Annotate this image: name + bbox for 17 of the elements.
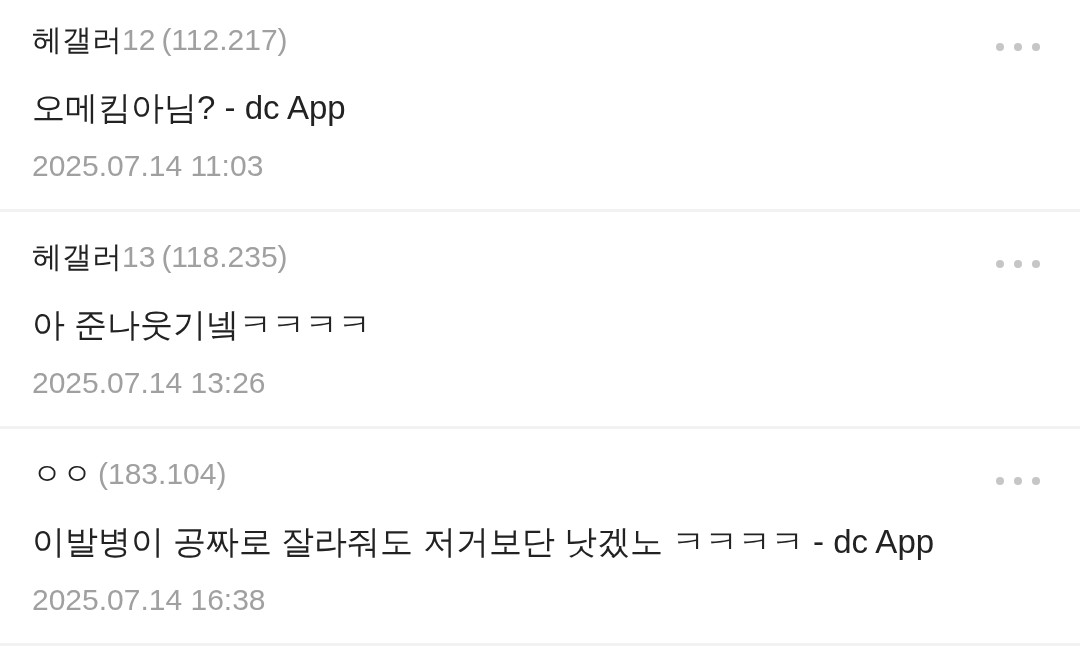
comment-text: 이발병이 공짜로 잘라줘도 저거보단 낫겠노 ㅋㅋㅋㅋ - dc App xyxy=(32,522,935,562)
author-name: 헤갤러 xyxy=(32,239,122,275)
comment-date: 2025.07.14 16:38 xyxy=(32,582,266,618)
ip-address: (112.217) xyxy=(161,22,288,58)
comment-date: 2025.07.14 13:26 xyxy=(32,365,266,401)
comment-text: 아 준나웃기넼ㅋㅋㅋㅋ xyxy=(32,305,372,345)
ellipsis-icon xyxy=(996,477,1040,485)
author-number: 12 xyxy=(122,22,156,58)
author-name: 헤갤러 xyxy=(32,22,122,58)
ellipsis-icon xyxy=(996,43,1040,51)
comment-date: 2025.07.14 11:03 xyxy=(32,148,264,184)
author-number: 13 xyxy=(122,239,156,275)
ip-address: (183.104) xyxy=(98,456,227,492)
ellipsis-icon xyxy=(996,260,1040,268)
author-name: ㅇㅇ xyxy=(32,456,92,492)
comment-text: 오메킴아님? - dc App xyxy=(32,88,346,128)
ip-address: (118.235) xyxy=(161,239,288,275)
